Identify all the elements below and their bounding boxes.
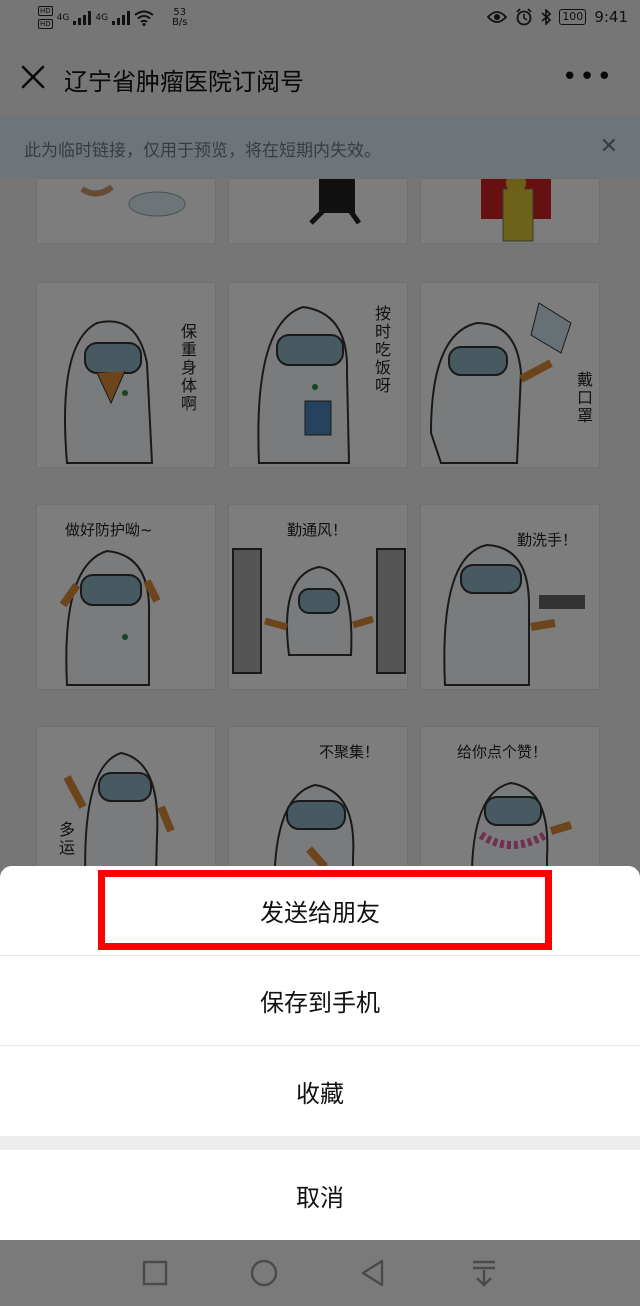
recent-apps-icon[interactable] bbox=[140, 1258, 170, 1288]
favorite-button[interactable]: 收藏 bbox=[0, 1046, 640, 1136]
sheet-divider bbox=[0, 1136, 640, 1150]
save-to-phone-label: 保存到手机 bbox=[260, 989, 380, 1017]
back-icon[interactable] bbox=[358, 1258, 388, 1288]
highlight-box bbox=[98, 870, 552, 950]
notification-pull-icon[interactable] bbox=[469, 1258, 499, 1288]
cancel-button[interactable]: 取消 bbox=[0, 1150, 640, 1240]
save-to-phone-button[interactable]: 保存到手机 bbox=[0, 956, 640, 1046]
favorite-label: 收藏 bbox=[296, 1079, 344, 1108]
system-nav-bar bbox=[0, 1240, 640, 1306]
action-sheet: 发送给朋友 保存到手机 收藏 取消 bbox=[0, 866, 640, 1240]
home-icon[interactable] bbox=[249, 1258, 279, 1288]
cancel-label: 取消 bbox=[296, 1183, 344, 1212]
